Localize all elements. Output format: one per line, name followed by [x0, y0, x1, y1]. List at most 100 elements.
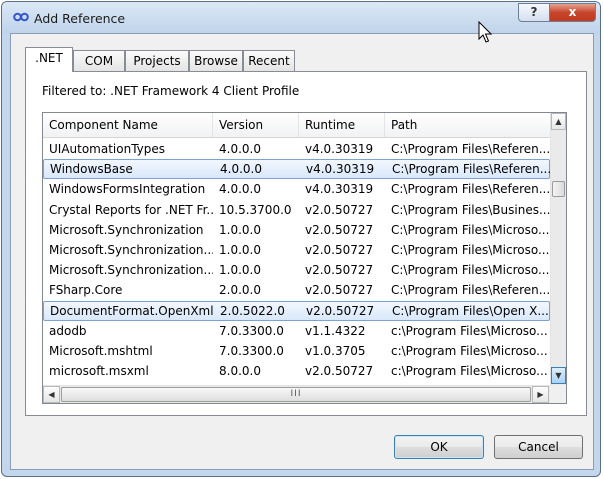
cell-version: 8.0.0.0: [219, 364, 261, 379]
arrow-left-icon: ◀: [48, 390, 55, 399]
scrollbar-corner: [550, 385, 566, 403]
mouse-cursor-icon: [478, 21, 492, 43]
cell-path: c:\Program Files\Microso...: [391, 344, 548, 358]
horizontal-scrollbar[interactable]: ◀ III ▶: [43, 385, 550, 403]
reference-icon: [13, 12, 29, 22]
list-row[interactable]: UIAutomationTypes 4.0.0.0 v4.0.30319 C:\Pro…: [43, 139, 550, 159]
cell-runtime: v4.0.30319: [305, 142, 374, 156]
list-row[interactable]: DocumentFormat.OpenXml 2.0.5022.0 v2.0.507…: [43, 300, 550, 321]
tab-projects[interactable]: Projects: [125, 50, 189, 71]
tab-panel-dotnet: Filtered to: .NET Framework 4 Client Pro…: [25, 71, 587, 416]
dialog-client-area: .NET COM Projects Browse Recent Filtered…: [10, 33, 594, 470]
cell-component-name: Microsoft.Synchronization...: [49, 243, 213, 257]
cell-path: C:\Program Files\Microso...: [391, 243, 550, 257]
column-header-runtime[interactable]: Runtime: [299, 113, 385, 137]
cell-component-name: WindowsFormsIntegration: [49, 182, 206, 197]
cell-version: 7.0.3300.0: [219, 323, 284, 338]
list-row[interactable]: Microsoft.Synchronization 1.0.0.0 v2.0.507…: [43, 220, 550, 240]
cell-path: C:\Program Files\Microso...: [391, 263, 550, 278]
list-row[interactable]: WindowsFormsIntegration 4.0.0.0 v4.0.30319…: [43, 179, 550, 199]
list-row[interactable]: Microsoft.Synchronization... 1.0.0.0 v2.0.…: [43, 260, 550, 280]
cell-version: 4.0.0.0: [219, 182, 261, 197]
filter-label: Filtered to: .NET Framework 4 Client Pro…: [42, 84, 300, 98]
cell-version: 1.0.0.0: [219, 243, 261, 257]
cell-version: 7.0.3300.0: [219, 344, 284, 358]
cell-path: C:\Program Files\Referen...: [391, 182, 550, 197]
cell-runtime: v2.0.50727: [306, 303, 375, 318]
cell-runtime: v2.0.50727: [305, 243, 374, 257]
cell-component-name: DocumentFormat.OpenXml: [50, 303, 214, 318]
cell-version: 4.0.0.0: [219, 142, 261, 156]
cell-runtime: v2.0.50727: [305, 283, 374, 298]
scroll-right-button[interactable]: ▶: [532, 386, 549, 403]
cell-component-name: WindowsBase: [50, 162, 133, 177]
list-row[interactable]: adodb 7.0.3300.0 v1.1.4322 c:\Program Files…: [43, 321, 550, 341]
close-button[interactable]: x: [549, 3, 596, 22]
component-list[interactable]: Component Name Version Runtime Path UIAu…: [42, 112, 567, 404]
ok-button[interactable]: OK: [394, 435, 484, 459]
tab-label: COM: [84, 54, 114, 68]
tab-recent[interactable]: Recent: [243, 50, 295, 71]
title-bar[interactable]: Add Reference: [2, 2, 600, 34]
vertical-scrollbar[interactable]: ▲ ▼: [550, 113, 566, 385]
cell-runtime: v2.0.50727: [305, 364, 374, 379]
list-row[interactable]: Microsoft.Synchronization... 1.0.0.0 v2.0.…: [43, 240, 550, 260]
close-icon: x: [568, 5, 577, 19]
cell-component-name: Microsoft.Synchronization: [49, 222, 204, 237]
cell-path: C:\Program Files\Referen...: [392, 162, 551, 177]
cell-path: C:\Program Files\Open X...: [392, 303, 549, 318]
tab-dotnet[interactable]: .NET: [25, 47, 73, 72]
cell-path: c:\Program Files\Microso...: [391, 364, 548, 379]
cell-path: C:\Program Files\Referen...: [391, 283, 550, 298]
cell-path: c:\Program Files\Microso...: [391, 323, 548, 338]
cell-component-name: FSharp.Core: [49, 283, 123, 298]
window-title: Add Reference: [34, 11, 126, 26]
cell-component-name: Microsoft.mshtml: [49, 344, 153, 358]
cell-runtime: v1.0.3705: [305, 344, 366, 358]
cell-component-name: adodb: [49, 323, 87, 338]
cell-component-name: UIAutomationTypes: [49, 142, 166, 156]
column-header-path[interactable]: Path: [385, 113, 550, 137]
list-row[interactable]: microsoft.msxml 8.0.0.0 v2.0.50727 c:\Progr…: [43, 361, 550, 381]
cell-component-name: Crystal Reports for .NET Fr...: [49, 202, 213, 217]
list-row[interactable]: WindowsBase 4.0.0.0 v4.0.30319 C:\Program F…: [43, 159, 551, 180]
help-icon: ?: [530, 5, 538, 19]
scroll-thumb[interactable]: [552, 181, 565, 197]
cell-component-name: Microsoft.Synchronization...: [49, 263, 213, 278]
cell-runtime: v2.0.50727: [305, 263, 374, 278]
help-button[interactable]: ?: [518, 3, 550, 22]
list-row[interactable]: FSharp.Core 2.0.0.0 v2.0.50727 C:\Program F…: [43, 280, 550, 300]
horizontal-scroll-thumb[interactable]: III: [61, 387, 531, 402]
cell-version: 2.0.0.0: [219, 283, 261, 298]
scroll-up-button[interactable]: ▲: [551, 113, 566, 130]
cell-version: 10.5.3700.0: [219, 202, 292, 217]
cell-path: C:\Program Files\Microso...: [391, 222, 550, 237]
cell-path: C:\Program Files\Busines...: [391, 202, 550, 217]
arrow-right-icon: ▶: [537, 390, 544, 399]
cell-path: C:\Program Files\Referen...: [391, 142, 550, 156]
list-header: Component Name Version Runtime Path: [43, 113, 550, 138]
tab-com[interactable]: COM: [73, 50, 125, 71]
scroll-down-button[interactable]: ▼: [551, 367, 566, 384]
column-header-component-name[interactable]: Component Name: [43, 113, 213, 137]
arrow-down-icon: ▼: [555, 371, 562, 380]
cell-version: 2.0.5022.0: [220, 303, 285, 318]
tab-browse[interactable]: Browse: [189, 50, 243, 71]
cell-runtime: v2.0.50727: [305, 222, 374, 237]
scroll-left-button[interactable]: ◀: [43, 386, 60, 403]
cell-version: 1.0.0.0: [219, 222, 261, 237]
cancel-button[interactable]: Cancel: [494, 435, 583, 459]
cell-runtime: v1.1.4322: [305, 323, 366, 338]
tab-label: Recent: [248, 54, 290, 68]
cell-runtime: v4.0.30319: [306, 162, 375, 177]
cell-version: 4.0.0.0: [220, 162, 262, 177]
arrow-up-icon: ▲: [555, 117, 562, 126]
add-reference-dialog: Add Reference ? x .NET COM Projects Brow…: [1, 1, 601, 477]
list-row[interactable]: Crystal Reports for .NET Fr... 10.5.3700.…: [43, 200, 550, 220]
list-row[interactable]: Microsoft.mshtml 7.0.3300.0 v1.0.3705 c:\Pr…: [43, 341, 550, 361]
cell-runtime: v4.0.30319: [305, 182, 374, 197]
tab-label: .NET: [35, 51, 63, 65]
tab-label: Browse: [194, 54, 238, 68]
column-header-version[interactable]: Version: [213, 113, 299, 137]
tab-label: Projects: [133, 54, 181, 68]
